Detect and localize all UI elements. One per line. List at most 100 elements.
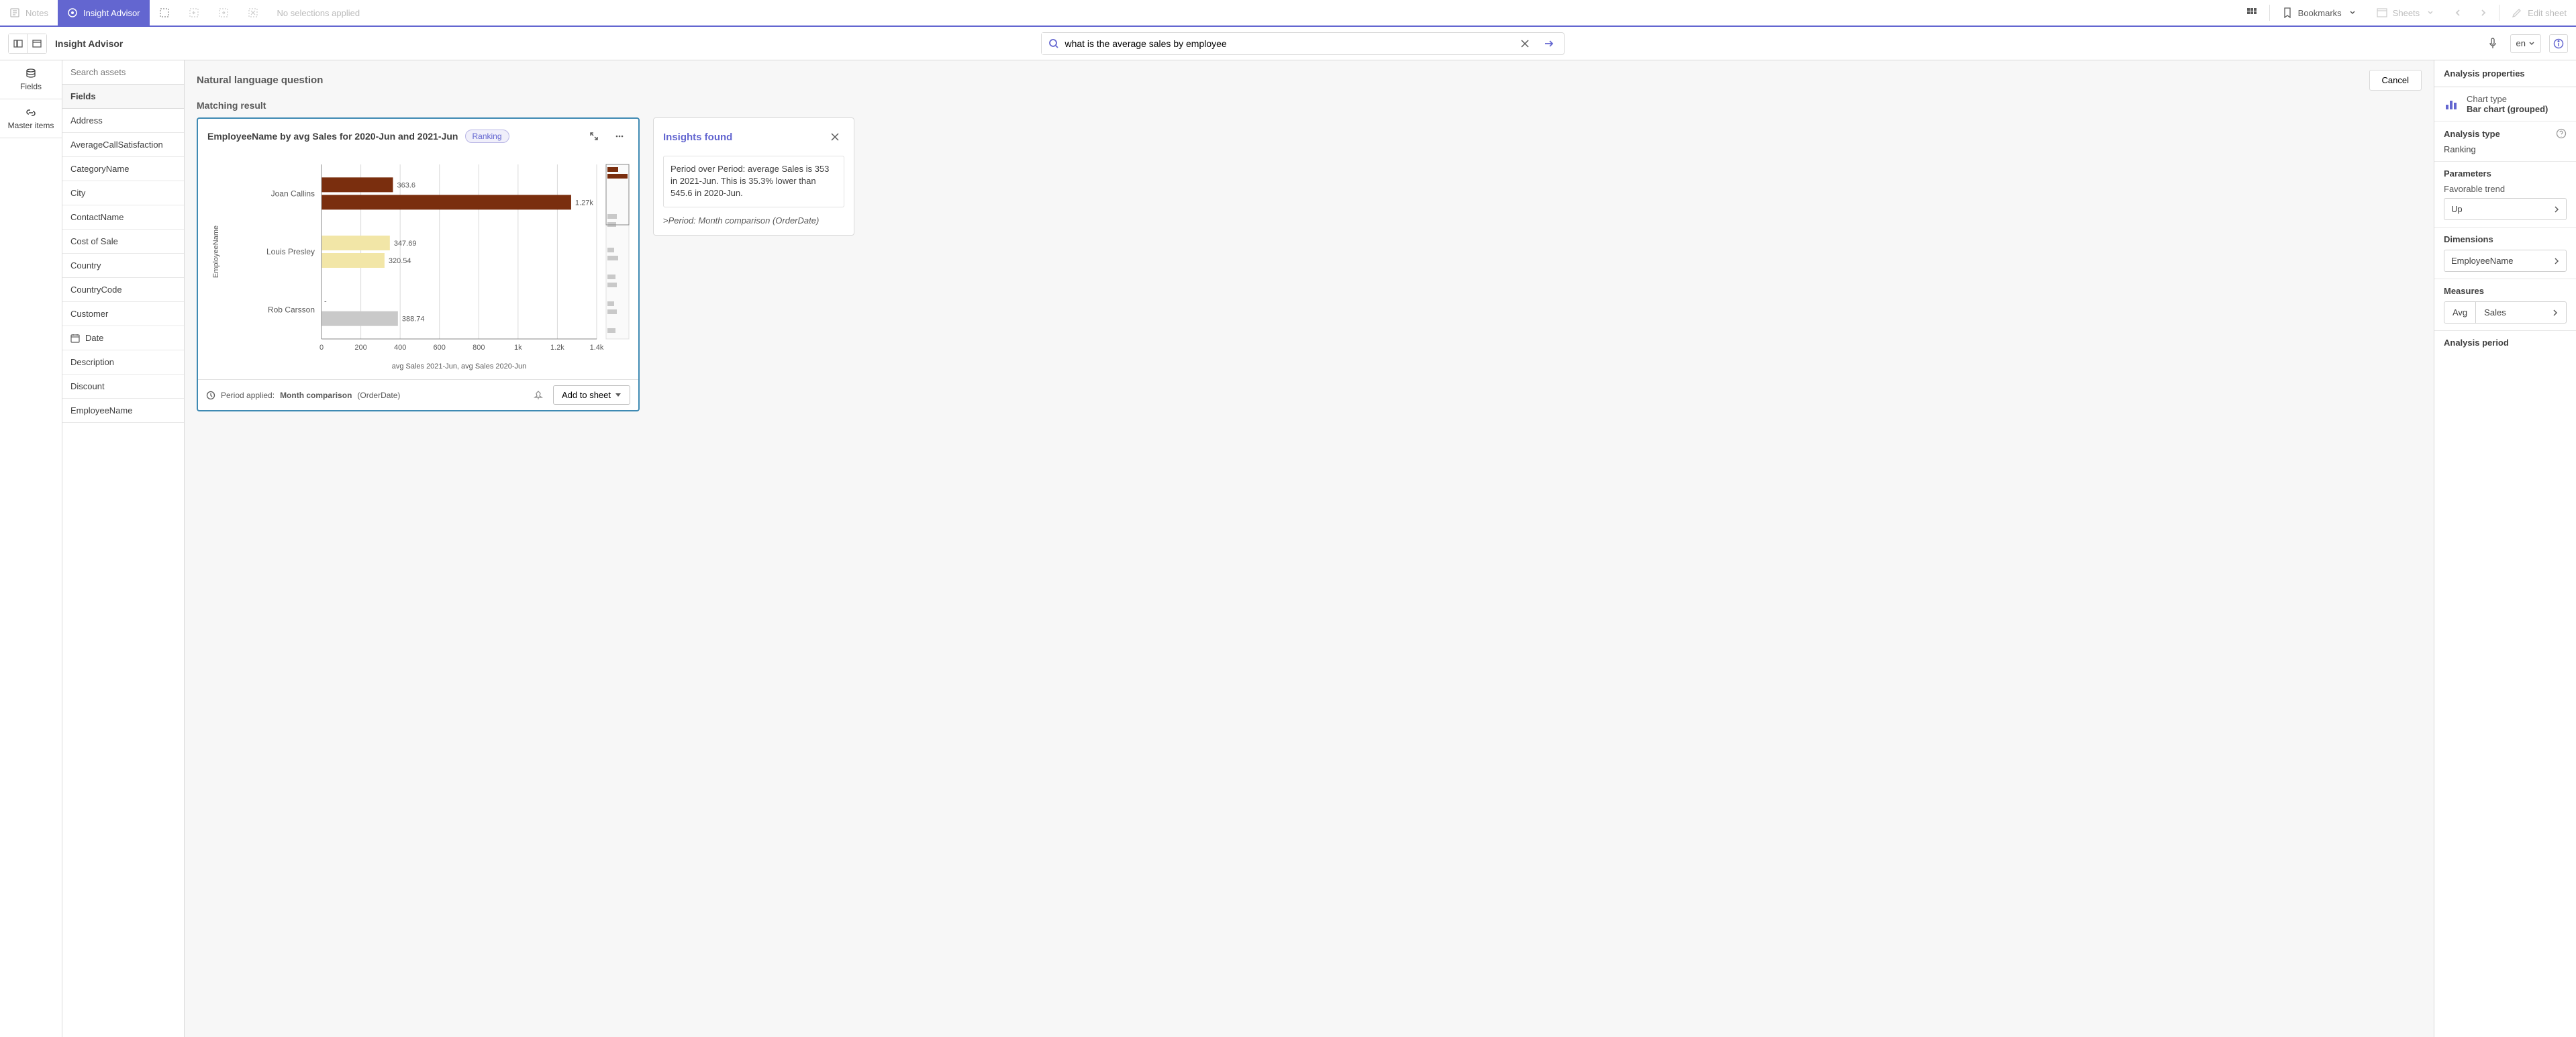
chart-type-value: Bar chart (grouped)	[2467, 104, 2548, 114]
asset-item-label: City	[70, 188, 85, 198]
chart-card-title: EmployeeName by avg Sales for 2020-Jun a…	[207, 131, 458, 142]
search-input[interactable]	[1042, 33, 1516, 54]
language-select[interactable]: en	[2510, 34, 2541, 53]
asset-item[interactable]: City	[62, 181, 184, 205]
measure-agg[interactable]: Avg	[2444, 301, 2476, 324]
edit-sheet-label: Edit sheet	[2528, 8, 2567, 18]
selection-tool-1[interactable]	[150, 0, 179, 26]
notes-icon	[9, 7, 20, 18]
asset-item[interactable]: AverageCallSatisfaction	[62, 133, 184, 157]
svg-text:600: 600	[434, 344, 446, 352]
pin-button[interactable]	[529, 386, 548, 405]
asset-item[interactable]: Discount	[62, 375, 184, 399]
analysis-period-label: Analysis period	[2444, 338, 2509, 348]
bar-chart[interactable]: 02004006008001k1.2k1.4kEmployeeNameJoan …	[207, 158, 629, 373]
help-icon[interactable]	[2556, 128, 2567, 139]
selection-back[interactable]	[179, 0, 209, 26]
asset-item[interactable]: EmployeeName	[62, 399, 184, 423]
asset-item[interactable]: Address	[62, 109, 184, 133]
clear-selections[interactable]	[238, 0, 268, 26]
bookmarks-label: Bookmarks	[2298, 8, 2342, 18]
asset-item[interactable]: Date	[62, 326, 184, 350]
submit-search-button[interactable]	[1540, 34, 1558, 53]
svg-text:347.69: 347.69	[394, 240, 417, 248]
view-grid-button[interactable]	[28, 34, 46, 53]
period-applied-value: Month comparison	[280, 391, 352, 400]
notes-button[interactable]: Notes	[0, 0, 58, 26]
close-insights-button[interactable]	[826, 128, 844, 146]
sheets-icon	[2377, 7, 2387, 18]
asset-item-label: ContactName	[70, 212, 123, 222]
svg-text:320.54: 320.54	[389, 257, 411, 265]
insight-text: Period over Period: average Sales is 353…	[663, 156, 844, 207]
chart-type-label: Chart type	[2467, 94, 2548, 104]
measure-field: Sales	[2484, 307, 2506, 317]
asset-item[interactable]: Customer	[62, 302, 184, 326]
svg-text:363.6: 363.6	[397, 181, 415, 189]
rail-fields[interactable]: Fields	[0, 60, 62, 99]
rail-master-items[interactable]: Master items	[0, 99, 62, 138]
clock-icon	[206, 391, 215, 400]
analysis-type-label: Analysis type	[2444, 129, 2500, 139]
assets-list[interactable]: Address AverageCallSatisfactionCategoryNa…	[62, 109, 184, 1037]
assets-panel: Fields AddressAverageCallSatisfactionCat…	[62, 60, 185, 1037]
rail-master-label: Master items	[8, 121, 54, 130]
svg-text:Joan Callins: Joan Callins	[271, 189, 315, 198]
sheet-prev[interactable]	[2445, 0, 2471, 26]
sheet-next[interactable]	[2471, 0, 2496, 26]
info-button[interactable]	[2549, 34, 2568, 53]
more-options-button[interactable]	[610, 127, 629, 146]
measures-label: Measures	[2444, 286, 2484, 296]
asset-item-label: Address	[70, 115, 103, 126]
svg-text:1k: 1k	[514, 344, 522, 352]
search-icon	[1048, 38, 1059, 49]
chevron-right-icon	[2554, 205, 2559, 213]
insights-title: Insights found	[663, 132, 732, 143]
asset-item[interactable]: ContactName	[62, 205, 184, 230]
edit-sheet-button[interactable]: Edit sheet	[2502, 0, 2576, 26]
bookmarks-button[interactable]: Bookmarks	[2273, 0, 2367, 26]
add-to-sheet-button[interactable]: Add to sheet	[553, 385, 630, 405]
svg-text:Louis Presley: Louis Presley	[266, 247, 315, 256]
asset-item[interactable]: Country	[62, 254, 184, 278]
svg-text:800: 800	[473, 344, 485, 352]
dimensions-label: Dimensions	[2444, 234, 2493, 244]
clear-search-button[interactable]	[1516, 34, 1534, 53]
chevron-down-icon	[2528, 40, 2535, 47]
svg-text:-: -	[324, 298, 327, 306]
sheets-button[interactable]: Sheets	[2367, 0, 2445, 26]
view-list-button[interactable]	[9, 34, 28, 53]
period-applied-label: Period applied:	[221, 391, 275, 400]
insight-advisor-button[interactable]: Insight Advisor	[58, 0, 150, 26]
clear-selection-icon	[248, 7, 258, 18]
measure-select[interactable]: Avg Sales	[2444, 301, 2567, 324]
app-grid-button[interactable]	[2237, 0, 2267, 26]
dimension-select[interactable]: EmployeeName	[2444, 250, 2567, 272]
insight-advisor-icon	[67, 7, 78, 18]
language-value: en	[2516, 38, 2526, 48]
voice-input-button[interactable]	[2483, 34, 2502, 53]
search-bar	[1041, 32, 1565, 55]
period-applied-paren: (OrderDate)	[357, 391, 400, 400]
svg-text:388.74: 388.74	[402, 315, 425, 324]
asset-item[interactable]: CountryCode	[62, 278, 184, 302]
asset-item[interactable]: Description	[62, 350, 184, 375]
svg-text:200: 200	[354, 344, 366, 352]
asset-item-label: Description	[70, 357, 114, 367]
cancel-button[interactable]: Cancel	[2369, 70, 2422, 91]
assets-search-input[interactable]	[62, 60, 184, 85]
sub-toolbar: Insight Advisor en	[0, 27, 2576, 60]
svg-text:400: 400	[394, 344, 406, 352]
svg-text:avg Sales 2021-Jun, avg Sales: avg Sales 2021-Jun, avg Sales 2020-Jun	[392, 362, 527, 371]
asset-item-label: EmployeeName	[70, 405, 133, 415]
asset-item[interactable]: CategoryName	[62, 157, 184, 181]
fullscreen-button[interactable]	[585, 127, 603, 146]
matching-result-label: Matching result	[185, 100, 2434, 117]
selection-fwd-icon	[218, 7, 229, 18]
add-to-sheet-label: Add to sheet	[562, 390, 611, 400]
asset-item[interactable]: Cost of Sale	[62, 230, 184, 254]
selection-forward[interactable]	[209, 0, 238, 26]
favorable-trend-select[interactable]: Up	[2444, 198, 2567, 220]
asset-item-label: Customer	[70, 309, 108, 319]
chart-card: EmployeeName by avg Sales for 2020-Jun a…	[197, 117, 640, 411]
